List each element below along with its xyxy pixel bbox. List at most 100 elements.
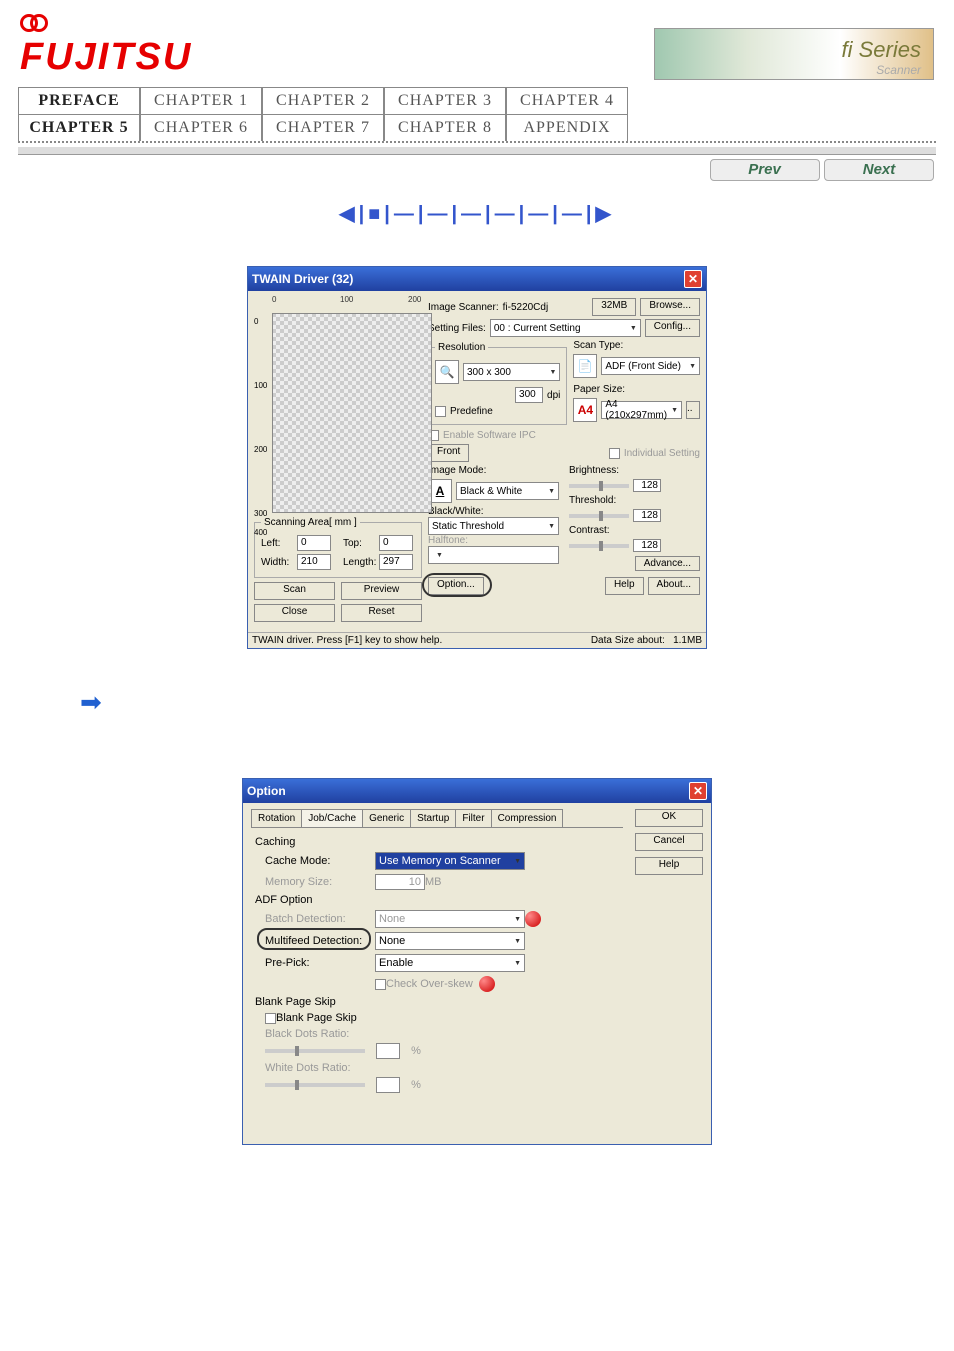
custom-res-input[interactable]: 300 xyxy=(515,387,543,403)
tab-jobcache[interactable]: Job/Cache xyxy=(301,809,363,827)
advance-button[interactable]: Advance... xyxy=(635,556,700,571)
tab-chapter2[interactable]: CHAPTER 2 xyxy=(262,87,384,114)
help-button[interactable]: Help xyxy=(605,577,644,595)
prepick-label: Pre-Pick: xyxy=(265,957,375,969)
contrast-slider[interactable] xyxy=(569,544,629,548)
nav-tabs: PREFACE CHAPTER 1 CHAPTER 2 CHAPTER 3 CH… xyxy=(18,87,633,141)
scan-type-dropdown[interactable]: ADF (Front Side) xyxy=(601,357,700,375)
close-icon[interactable]: ✕ xyxy=(689,782,707,800)
help-button[interactable]: Help xyxy=(635,857,703,875)
tab-appendix[interactable]: APPENDIX xyxy=(506,114,628,141)
contrast-value[interactable]: 128 xyxy=(633,539,661,552)
browse-button[interactable]: Browse... xyxy=(640,298,700,316)
blank-page-skip-checkbox[interactable] xyxy=(265,1013,276,1024)
paper-size-label: Paper Size: xyxy=(573,384,700,395)
predefine-checkbox[interactable] xyxy=(435,406,446,417)
blank-page-skip-section: Blank Page Skip xyxy=(255,996,619,1008)
memory-size-unit: MB xyxy=(425,876,442,888)
blackwhite-dropdown[interactable]: Static Threshold xyxy=(428,517,559,535)
tab-compression[interactable]: Compression xyxy=(491,809,564,827)
tab-rotation[interactable]: Rotation xyxy=(251,809,302,827)
close-icon[interactable]: ✕ xyxy=(684,270,702,288)
ruler-horizontal: 0 100 200 xyxy=(272,295,422,313)
option-tabstrip: Rotation Job/Cache Generic Startup Filte… xyxy=(251,809,623,828)
next-button[interactable]: Next xyxy=(824,159,934,181)
cache-mode-label: Cache Mode: xyxy=(265,855,375,867)
white-dots-value xyxy=(376,1077,400,1093)
paper-size-detail-button[interactable]: .. xyxy=(686,401,700,419)
ruler-vertical: 0 100 200 300 400 xyxy=(254,317,267,537)
status-help-text: TWAIN driver. Press [F1] key to show hel… xyxy=(252,635,442,646)
threshold-slider[interactable] xyxy=(569,514,629,518)
individual-setting-checkbox xyxy=(609,448,620,459)
twain-statusbar: TWAIN driver. Press [F1] key to show hel… xyxy=(248,632,706,648)
red-ball-icon xyxy=(525,911,541,927)
option-titlebar: Option ✕ xyxy=(243,779,711,803)
tab-chapter3[interactable]: CHAPTER 3 xyxy=(384,87,506,114)
prev-button[interactable]: Prev xyxy=(710,159,820,181)
width-input[interactable]: 210 xyxy=(297,554,331,570)
scan-button[interactable]: Scan xyxy=(254,582,335,600)
fiseries-sub: Scanner xyxy=(876,63,921,77)
black-dots-slider xyxy=(265,1049,365,1053)
tab-filter[interactable]: Filter xyxy=(455,809,491,827)
cancel-button[interactable]: Cancel xyxy=(635,833,703,851)
fiseries-banner: fi Series Scanner xyxy=(654,28,934,80)
top-label: Top: xyxy=(343,538,375,549)
left-input[interactable]: 0 xyxy=(297,535,331,551)
tab-generic[interactable]: Generic xyxy=(362,809,411,827)
tab-chapter4[interactable]: CHAPTER 4 xyxy=(506,87,628,114)
paper-size-dropdown[interactable]: A4 (210x297mm) xyxy=(601,401,682,419)
option-title: Option xyxy=(247,784,286,798)
scanning-area-group: Scanning Area[ mm ] Left: 0 Top: 0 Width… xyxy=(254,517,422,578)
close-button[interactable]: Close xyxy=(254,604,335,622)
tab-preface[interactable]: PREFACE xyxy=(18,87,140,114)
image-scanner-label: Image Scanner: xyxy=(428,302,499,313)
tab-chapter5[interactable]: CHAPTER 5 xyxy=(18,114,140,141)
halftone-dropdown xyxy=(428,546,559,564)
top-input[interactable]: 0 xyxy=(379,535,413,551)
brightness-value[interactable]: 128 xyxy=(633,479,661,492)
prepick-dropdown[interactable]: Enable xyxy=(375,954,525,972)
header: FUJITSU fi Series Scanner xyxy=(0,0,954,79)
twain-title: TWAIN Driver (32) xyxy=(252,272,353,286)
tab-chapter8[interactable]: CHAPTER 8 xyxy=(384,114,506,141)
contrast-label: Contrast: xyxy=(569,525,700,536)
config-button[interactable]: Config... xyxy=(645,319,700,337)
ok-button[interactable]: OK xyxy=(635,809,703,827)
tab-chapter6[interactable]: CHAPTER 6 xyxy=(140,114,262,141)
about-button[interactable]: About... xyxy=(648,577,700,595)
front-tab[interactable]: Front xyxy=(428,444,469,462)
length-input[interactable]: 297 xyxy=(379,554,413,570)
page-slider[interactable]: ◀|■|—|—|—|—|—|—|▶ xyxy=(0,201,954,226)
image-mode-dropdown[interactable]: Black & White xyxy=(456,482,559,500)
threshold-label: Threshold: xyxy=(569,495,700,506)
tab-chapter7[interactable]: CHAPTER 7 xyxy=(262,114,384,141)
halftone-label: Halftone: xyxy=(428,535,559,546)
preview-button[interactable]: Preview xyxy=(341,582,422,600)
option-window: Option ✕ Rotation Job/Cache Generic Star… xyxy=(242,778,712,1145)
slider-next-icon[interactable]: ▶ xyxy=(595,203,614,225)
setting-files-dropdown[interactable]: 00 : Current Setting xyxy=(490,319,641,337)
slider-prev-icon[interactable]: ◀ xyxy=(339,203,358,225)
adf-option-label: ADF Option xyxy=(255,894,619,906)
brightness-label: Brightness: xyxy=(569,465,700,476)
tab-chapter1[interactable]: CHAPTER 1 xyxy=(140,87,262,114)
tab-startup[interactable]: Startup xyxy=(410,809,456,827)
mem-indicator: 32MB xyxy=(592,298,636,316)
fiseries-label: fi Series xyxy=(842,37,921,62)
resolution-dropdown[interactable]: 300 x 300 xyxy=(463,363,560,381)
enable-ipc-label: Enable Software IPC xyxy=(443,430,536,441)
cache-mode-dropdown[interactable]: Use Memory on Scanner xyxy=(375,852,525,870)
predefine-label: Predefine xyxy=(450,406,493,417)
twain-driver-window: TWAIN Driver (32) ✕ 0 100 200 0 100 200 … xyxy=(247,266,707,649)
individual-setting-label: Individual Setting xyxy=(624,448,700,459)
brightness-slider[interactable] xyxy=(569,484,629,488)
batch-detection-dropdown: None xyxy=(375,910,525,928)
fujitsu-logo-circles-icon xyxy=(20,12,44,36)
threshold-value[interactable]: 128 xyxy=(633,509,661,522)
reset-button[interactable]: Reset xyxy=(341,604,422,622)
resolution-legend: Resolution xyxy=(435,342,488,353)
width-label: Width: xyxy=(261,557,293,568)
multifeed-dropdown[interactable]: None xyxy=(375,932,525,950)
